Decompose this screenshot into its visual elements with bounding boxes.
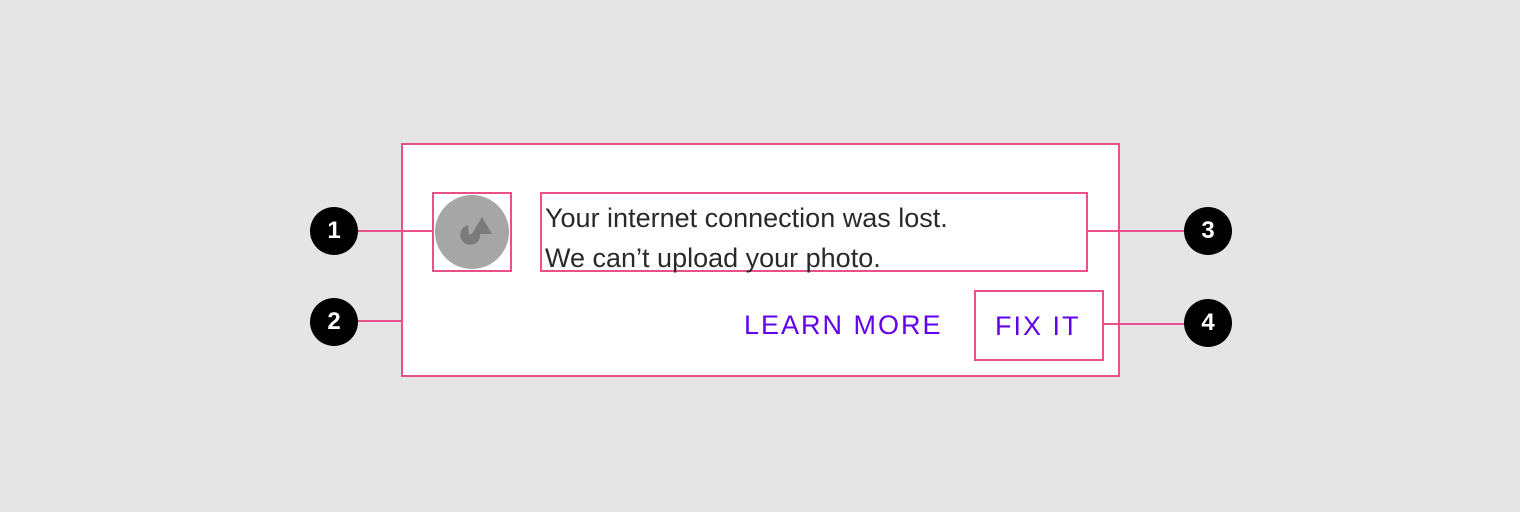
learn-more-button[interactable]: LEARN MORE <box>744 312 943 339</box>
callout-badge-3: 3 <box>1184 207 1232 255</box>
supporting-text-annotation-frame: Your internet connection was lost. We ca… <box>540 192 1088 272</box>
avatar <box>435 195 509 269</box>
callout-4-leader-line <box>1104 323 1184 325</box>
callout-1-leader-line <box>358 230 432 232</box>
callout-badge-2: 2 <box>310 298 358 346</box>
fix-it-button[interactable]: FIX IT <box>974 290 1104 361</box>
callout-3-leader-line <box>1088 230 1184 232</box>
avatar-annotation-frame <box>432 192 512 272</box>
banner-message-line-1: Your internet connection was lost. <box>545 203 948 233</box>
callout-2-leader-line <box>358 320 401 322</box>
callout-badge-4: 4 <box>1184 299 1232 347</box>
callout-badge-1: 1 <box>310 207 358 255</box>
shapes-icon <box>460 217 492 245</box>
banner-message-line-2: We can’t upload your photo. <box>545 243 881 273</box>
fix-it-label: FIX IT <box>995 311 1081 341</box>
